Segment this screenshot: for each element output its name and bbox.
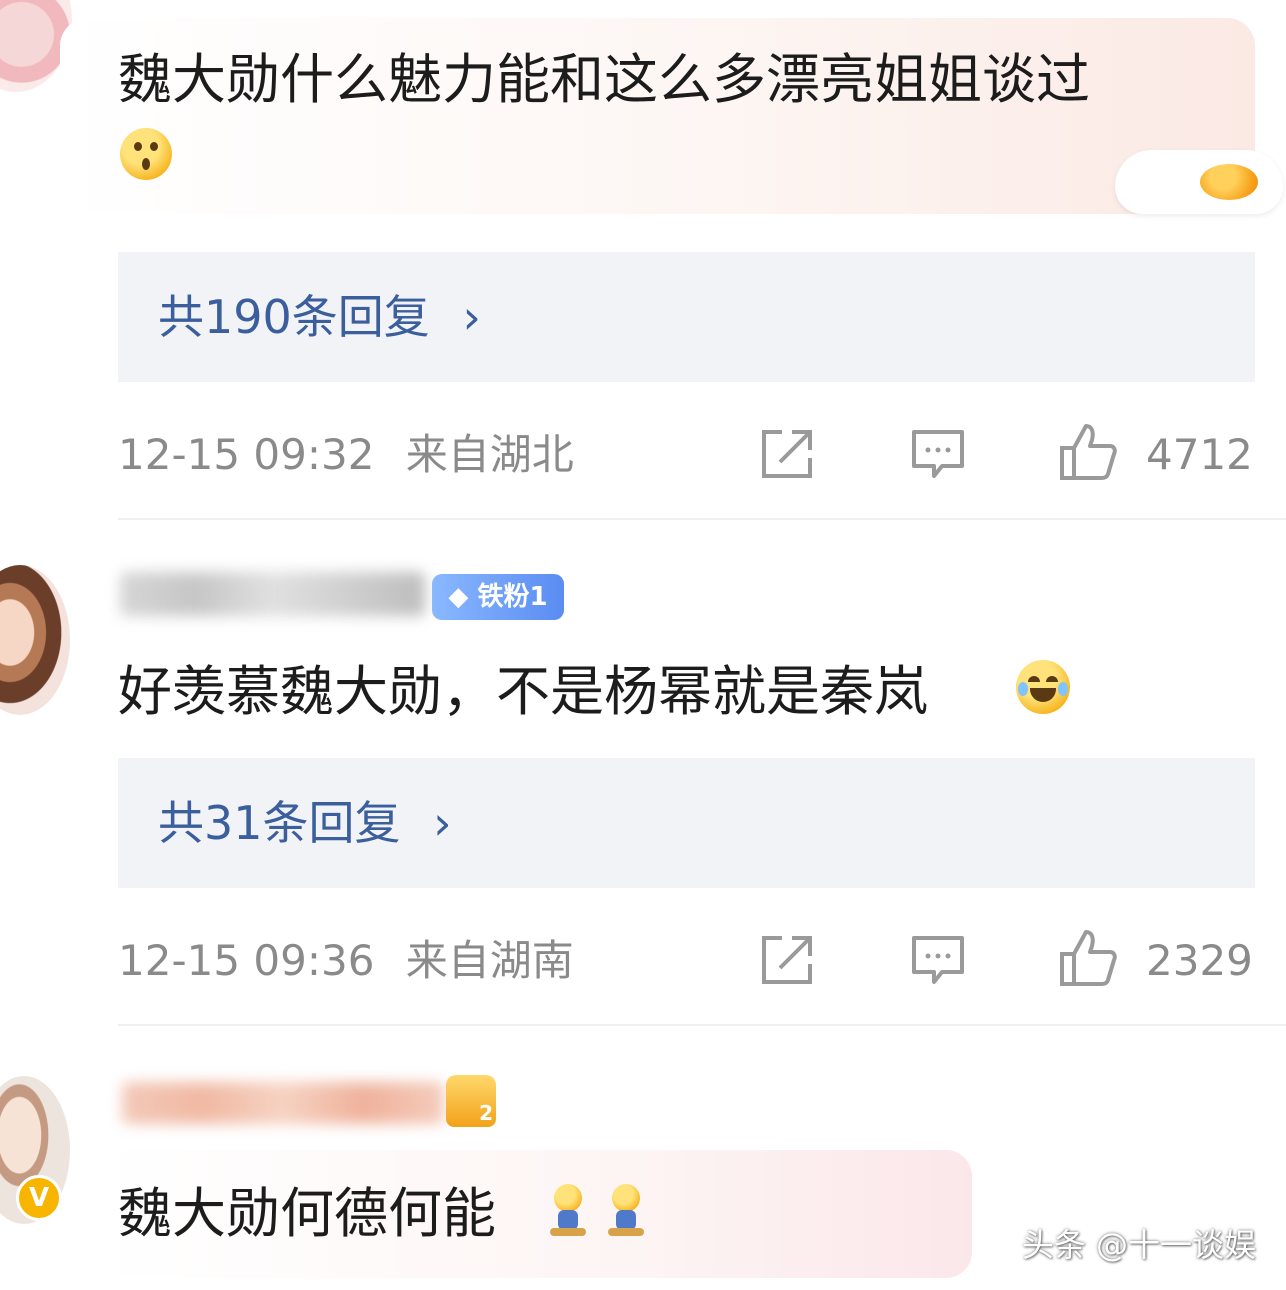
watermark: 头条 @十一谈娱 [1021,1226,1256,1264]
comment-text: 魏大勋何德何能 [118,1182,496,1245]
comment-location: 来自湖南 [405,936,574,985]
sitting-emoji-icon [548,1184,588,1238]
divider [118,1024,1286,1026]
divider [118,518,1286,520]
like-count: 2329 [1146,936,1253,985]
comment-date: 12-15 09:32 [118,430,375,479]
like-count: 4712 [1146,430,1253,479]
reply-count-label: 共31条回复 [158,796,401,850]
shocked-emoji-icon [120,128,172,180]
laughing-crying-emoji-icon [1016,660,1070,714]
reply-count-label: 共190条回复 [158,290,430,344]
comment-date: 12-15 09:36 [118,936,375,985]
comment-text: 魏大勋什么魅力能和这么多漂亮姐姐谈过 [118,48,1090,111]
comment-text: 好羡慕魏大勋，不是杨幂就是秦岚 [118,660,928,723]
comment-location: 来自湖北 [405,430,574,479]
share-icon[interactable] [760,934,814,986]
crown-level-icon: 2 [446,1075,496,1127]
verified-badge-icon: V [16,1175,62,1221]
avatar[interactable] [0,565,70,715]
sitting-emoji-icon [606,1184,646,1238]
fan-badge: ◆ 铁粉1 [432,574,564,620]
reply-summary[interactable]: 共190条回复 › [118,252,1255,382]
share-icon[interactable] [760,428,814,480]
comment-meta: 12-15 09:32 来自湖北 [118,430,574,480]
thumbs-up-icon[interactable] [1058,928,1118,988]
comment-icon[interactable] [910,428,966,480]
comment-icon[interactable] [910,934,966,986]
chevron-right-icon: › [433,796,452,850]
egg-yolk-decoration [1200,164,1258,200]
chevron-right-icon: › [462,290,481,344]
comment-meta: 12-15 09:36 来自湖南 [118,936,574,986]
thumbs-up-icon[interactable] [1058,422,1118,482]
username-blurred[interactable] [120,572,425,616]
diamond-icon: ◆ [448,582,469,612]
crown-level-number: 2 [479,1101,493,1125]
username-blurred[interactable] [122,1082,444,1124]
fan-badge-label: 铁粉1 [477,582,548,612]
reply-summary[interactable]: 共31条回复 › [118,758,1255,888]
